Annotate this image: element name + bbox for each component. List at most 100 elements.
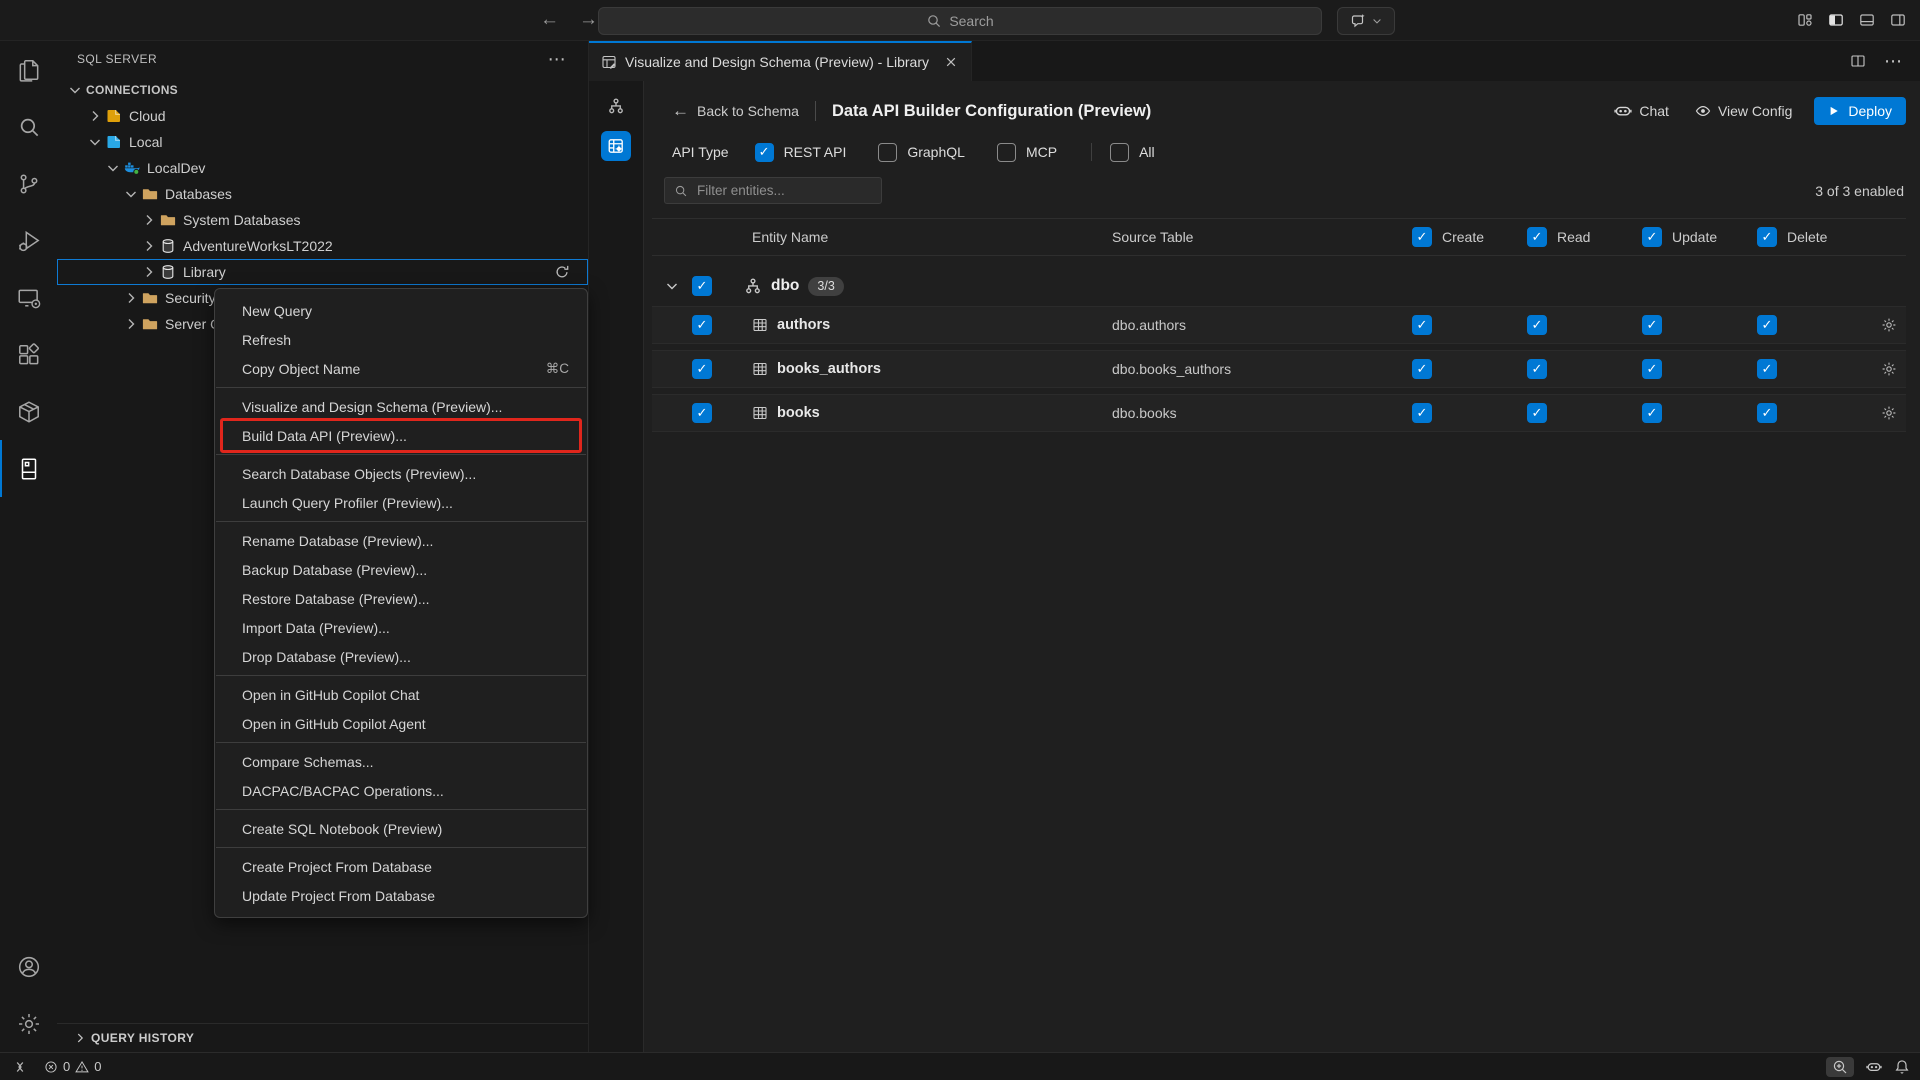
problems-indicator[interactable]: 0 0 [44,1059,101,1074]
delete-checkbox[interactable] [1757,403,1777,423]
read-checkbox[interactable] [1527,359,1547,379]
menu-item-build-data-api[interactable]: Build Data API (Preview)... [215,421,587,450]
sql-server-icon[interactable] [0,440,57,497]
remote-explorer-icon[interactable] [0,269,57,326]
chevron-down-icon[interactable] [664,278,680,294]
entity-checkbox[interactable] [692,359,712,379]
containers-icon[interactable] [0,383,57,440]
tree-item-connections[interactable]: CONNECTIONS [57,77,588,103]
menu-item-open-copilot-agent[interactable]: Open in GitHub Copilot Agent [215,709,587,738]
read-checkbox[interactable] [1527,403,1547,423]
entity-checkbox[interactable] [692,315,712,335]
menu-item-search-database-objects[interactable]: Search Database Objects (Preview)... [215,459,587,488]
menu-item-dacpac-bacpac[interactable]: DACPAC/BACPAC Operations... [215,776,587,805]
tree-item-system-databases[interactable]: System Databases [57,207,588,233]
menu-item-update-project-from-database[interactable]: Update Project From Database [215,881,587,910]
search-sidebar-icon[interactable] [0,98,57,155]
filter-entities-input[interactable] [695,182,869,199]
close-tab-icon[interactable] [943,54,959,70]
graphql-checkbox[interactable] [878,143,897,162]
nav-back-icon[interactable]: ← [540,9,559,31]
menu-item-refresh[interactable]: Refresh [215,325,587,354]
menu-item-copy-object-name[interactable]: Copy Object Name ⌘C [215,354,587,383]
create-checkbox[interactable] [1412,315,1432,335]
api-type-mcp[interactable]: MCP [997,143,1057,162]
customize-layout-icon[interactable] [1797,12,1813,28]
entity-checkbox[interactable] [692,403,712,423]
tree-item-local[interactable]: Local [57,129,588,155]
tab-visualize-design-schema[interactable]: Visualize and Design Schema (Preview) - … [589,41,972,81]
data-api-config-view-button[interactable] [601,131,631,161]
copilot-status-icon[interactable] [1866,1059,1882,1075]
refresh-icon[interactable] [554,264,570,280]
entity-settings-gear-icon[interactable] [1881,405,1897,421]
editor-more-actions-icon[interactable]: ⋯ [1884,51,1902,72]
run-debug-icon[interactable] [0,212,57,269]
settings-gear-icon[interactable] [0,995,57,1052]
menu-item-create-sql-notebook[interactable]: Create SQL Notebook (Preview) [215,814,587,843]
update-checkbox[interactable] [1642,315,1662,335]
sidebar-more-actions-icon[interactable]: ⋯ [548,54,566,64]
menu-item-open-copilot-chat[interactable]: Open in GitHub Copilot Chat [215,680,587,709]
explorer-icon[interactable] [0,41,57,98]
menu-item-visualize-design-schema[interactable]: Visualize and Design Schema (Preview)... [215,392,587,421]
entity-row-books[interactable]: books dbo.books [652,394,1906,432]
toggle-primary-sidebar-icon[interactable] [1828,12,1844,28]
menu-item-import-data[interactable]: Import Data (Preview)... [215,613,587,642]
view-config-button[interactable]: View Config [1695,103,1792,119]
menu-item-drop-database[interactable]: Drop Database (Preview)... [215,642,587,671]
delete-column-checkbox[interactable] [1757,227,1777,247]
all-checkbox[interactable] [1110,143,1129,162]
menu-item-restore-database[interactable]: Restore Database (Preview)... [215,584,587,613]
schema-group-row-dbo[interactable]: dbo 3/3 [652,266,1906,306]
zoom-status-button[interactable] [1826,1057,1854,1077]
api-type-all[interactable]: All [1110,143,1155,162]
toggle-secondary-sidebar-icon[interactable] [1890,12,1906,28]
entity-row-authors[interactable]: authors dbo.authors [652,306,1906,344]
mcp-checkbox[interactable] [997,143,1016,162]
extensions-icon[interactable] [0,326,57,383]
api-type-graphql[interactable]: GraphQL [878,143,965,162]
create-column-checkbox[interactable] [1412,227,1432,247]
command-center-search[interactable]: Search [598,7,1322,35]
menu-item-rename-database[interactable]: Rename Database (Preview)... [215,526,587,555]
delete-checkbox[interactable] [1757,315,1777,335]
menu-item-new-query[interactable]: New Query [215,296,587,325]
split-editor-icon[interactable] [1850,53,1866,69]
tree-item-localdev[interactable]: LocalDev [57,155,588,181]
entity-settings-gear-icon[interactable] [1881,361,1897,377]
read-checkbox[interactable] [1527,315,1547,335]
deploy-button[interactable]: Deploy [1814,97,1906,125]
tree-item-library[interactable]: Library [57,259,588,285]
read-column-checkbox[interactable] [1527,227,1547,247]
group-checkbox[interactable] [692,276,712,296]
menu-item-backup-database[interactable]: Backup Database (Preview)... [215,555,587,584]
create-checkbox[interactable] [1412,359,1432,379]
update-checkbox[interactable] [1642,403,1662,423]
create-checkbox[interactable] [1412,403,1432,423]
menu-item-create-project-from-database[interactable]: Create Project From Database [215,852,587,881]
notifications-bell-icon[interactable] [1894,1059,1910,1075]
toggle-panel-icon[interactable] [1859,12,1875,28]
tree-item-cloud[interactable]: Cloud [57,103,588,129]
back-to-schema-link[interactable]: ← Back to Schema [672,101,799,121]
schema-diagram-view-icon[interactable] [607,97,625,115]
update-column-checkbox[interactable] [1642,227,1662,247]
entity-settings-gear-icon[interactable] [1881,317,1897,333]
menu-item-compare-schemas[interactable]: Compare Schemas... [215,747,587,776]
tree-item-adventureworkslt2022[interactable]: AdventureWorksLT2022 [57,233,588,259]
source-control-icon[interactable] [0,155,57,212]
copilot-menu-button[interactable] [1337,7,1395,35]
delete-checkbox[interactable] [1757,359,1777,379]
rest-api-checkbox[interactable] [755,143,774,162]
entity-row-books-authors[interactable]: books_authors dbo.books_authors [652,350,1906,388]
menu-item-launch-query-profiler[interactable]: Launch Query Profiler (Preview)... [215,488,587,517]
nav-forward-icon[interactable]: → [579,9,598,31]
chat-button[interactable]: Chat [1614,102,1669,120]
remote-indicator-icon[interactable] [12,1059,28,1075]
query-history-section[interactable]: QUERY HISTORY [57,1023,588,1052]
api-type-rest[interactable]: REST API [755,143,847,162]
account-icon[interactable] [0,938,57,995]
update-checkbox[interactable] [1642,359,1662,379]
tree-item-databases[interactable]: Databases [57,181,588,207]
